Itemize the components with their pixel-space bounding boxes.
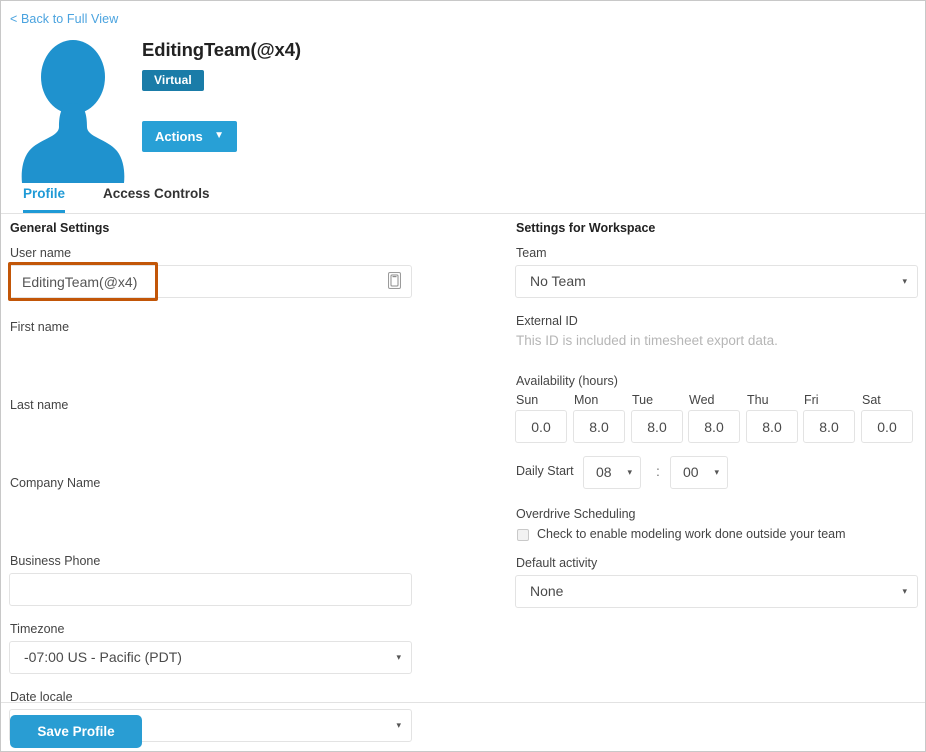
actions-button-label: Actions bbox=[155, 129, 203, 144]
chevron-down-icon: ▾ bbox=[627, 467, 632, 478]
availability-label: Availability (hours) bbox=[516, 374, 918, 389]
availability-day-label: Sat bbox=[861, 393, 913, 407]
availability-day-label: Sun bbox=[515, 393, 567, 407]
page-title: EditingTeam(@x4) bbox=[142, 39, 301, 61]
user-name-input[interactable] bbox=[9, 265, 412, 298]
footer-divider bbox=[1, 702, 925, 703]
external-id-hint: This ID is included in timesheet export … bbox=[516, 333, 918, 348]
availability-input-mon[interactable] bbox=[573, 410, 625, 443]
overdrive-checkbox-label: Check to enable modeling work done outsi… bbox=[537, 527, 846, 541]
user-name-label: User name bbox=[10, 246, 412, 261]
profile-page: < Back to Full View EditingTeam(@x4) Vir… bbox=[0, 0, 926, 752]
default-activity-label: Default activity bbox=[516, 556, 918, 571]
availability-cell-fri: Fri bbox=[803, 393, 855, 443]
tab-bar: Profile Access Controls bbox=[1, 186, 925, 214]
daily-start-row: Daily Start 08 ▾ : 00 ▾ bbox=[515, 456, 918, 491]
time-separator: : bbox=[656, 463, 660, 479]
external-id-label: External ID bbox=[516, 314, 918, 329]
availability-day-label: Mon bbox=[573, 393, 625, 407]
timezone-label: Timezone bbox=[10, 622, 412, 637]
availability-day-label: Tue bbox=[631, 393, 683, 407]
tabs-divider bbox=[1, 213, 925, 214]
chevron-down-icon: ▾ bbox=[902, 586, 907, 597]
first-name-label: First name bbox=[10, 320, 412, 335]
team-select[interactable]: No Team ▾ bbox=[515, 265, 918, 298]
company-name-label: Company Name bbox=[10, 476, 412, 491]
default-activity-value: None bbox=[530, 583, 563, 599]
profile-header: EditingTeam(@x4) Virtual Actions ▼ bbox=[1, 29, 926, 179]
availability-cell-sun: Sun bbox=[515, 393, 567, 443]
save-profile-button[interactable]: Save Profile bbox=[10, 715, 142, 748]
availability-input-sat[interactable] bbox=[861, 410, 913, 443]
timezone-select[interactable]: -07:00 US - Pacific (PDT) ▾ bbox=[9, 641, 412, 674]
first-name-input[interactable] bbox=[9, 339, 412, 372]
availability-cell-mon: Mon bbox=[573, 393, 625, 443]
chevron-down-icon: ▾ bbox=[714, 467, 719, 478]
status-badge: Virtual bbox=[142, 70, 204, 91]
user-name-field-wrapper bbox=[9, 265, 412, 298]
team-value: No Team bbox=[530, 273, 586, 289]
availability-day-label: Wed bbox=[688, 393, 740, 407]
business-phone-label: Business Phone bbox=[10, 554, 412, 569]
daily-start-label: Daily Start bbox=[516, 464, 574, 478]
tab-profile[interactable]: Profile bbox=[23, 186, 65, 213]
overdrive-scheduling-label: Overdrive Scheduling bbox=[516, 507, 918, 522]
last-name-input[interactable] bbox=[9, 417, 412, 450]
chevron-down-icon: ▾ bbox=[396, 720, 401, 731]
workspace-settings-column: Settings for Workspace Team No Team ▾ Ex… bbox=[515, 221, 918, 608]
overdrive-checkbox-row: Check to enable modeling work done outsi… bbox=[515, 526, 918, 546]
chevron-down-icon: ▾ bbox=[396, 652, 401, 663]
chevron-down-icon: ▼ bbox=[214, 130, 224, 141]
default-activity-select[interactable]: None ▾ bbox=[515, 575, 918, 608]
daily-start-minute-select[interactable]: 00 ▾ bbox=[670, 456, 728, 489]
daily-start-minute-value: 00 bbox=[683, 464, 699, 480]
business-phone-input[interactable] bbox=[9, 573, 412, 606]
company-name-input[interactable] bbox=[9, 495, 412, 528]
back-to-full-view-link[interactable]: < Back to Full View bbox=[10, 12, 118, 26]
avatar bbox=[19, 33, 127, 191]
overdrive-checkbox[interactable] bbox=[517, 529, 529, 541]
availability-cell-sat: Sat bbox=[861, 393, 913, 443]
general-settings-title: General Settings bbox=[10, 221, 412, 235]
chevron-down-icon: ▾ bbox=[902, 276, 907, 287]
actions-button[interactable]: Actions ▼ bbox=[142, 121, 237, 152]
availability-input-sun[interactable] bbox=[515, 410, 567, 443]
availability-input-wed[interactable] bbox=[688, 410, 740, 443]
tab-access-controls[interactable]: Access Controls bbox=[103, 186, 210, 210]
availability-cell-thu: Thu bbox=[746, 393, 798, 443]
availability-input-thu[interactable] bbox=[746, 410, 798, 443]
availability-row: Sun Mon Tue Wed Thu Fri bbox=[515, 393, 918, 446]
daily-start-hour-value: 08 bbox=[596, 464, 612, 480]
workspace-settings-title: Settings for Workspace bbox=[516, 221, 918, 235]
availability-cell-tue: Tue bbox=[631, 393, 683, 443]
availability-input-fri[interactable] bbox=[803, 410, 855, 443]
availability-cell-wed: Wed bbox=[688, 393, 740, 443]
availability-input-tue[interactable] bbox=[631, 410, 683, 443]
availability-day-label: Thu bbox=[746, 393, 798, 407]
general-settings-column: General Settings User name First name La… bbox=[9, 221, 412, 742]
team-label: Team bbox=[516, 246, 918, 261]
last-name-label: Last name bbox=[10, 398, 412, 413]
id-card-icon bbox=[388, 272, 401, 289]
timezone-value: -07:00 US - Pacific (PDT) bbox=[24, 649, 182, 665]
daily-start-hour-select[interactable]: 08 ▾ bbox=[583, 456, 641, 489]
availability-day-label: Fri bbox=[803, 393, 855, 407]
